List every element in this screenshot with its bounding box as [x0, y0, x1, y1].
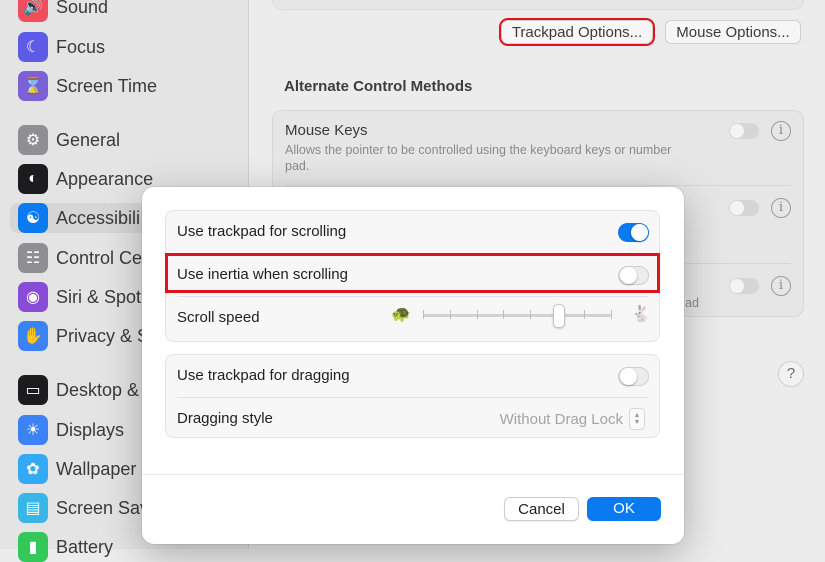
sidebar-item-screen-time[interactable]: ⌛ Screen Time — [18, 71, 157, 101]
hourglass-icon: ⌛ — [18, 71, 48, 101]
chevron-updown-icon: ▲ ▼ — [629, 408, 645, 430]
slider-tick — [476, 310, 478, 319]
toggle-knob — [631, 224, 648, 241]
desktop-icon: ▭ — [18, 375, 48, 405]
sidebar-item-screen-saver[interactable]: ▤ Screen Sav — [18, 493, 149, 523]
description-text: ad — [685, 296, 699, 310]
sidebar-item-label: Siri & Spotl — [56, 286, 146, 307]
help-button[interactable]: ? — [778, 361, 804, 387]
sidebar-item-label: Screen Sav — [56, 497, 150, 518]
sidebar-item-label: General — [56, 129, 121, 150]
sidebar-item-desktop[interactable]: ▭ Desktop & — [18, 375, 139, 405]
hand-icon: ✋ — [18, 321, 48, 351]
accessibility-icon: ☯ — [18, 203, 48, 233]
sidebar-item-label: Control Cer — [56, 247, 149, 268]
mouse-keys-description: Allows the pointer to be controlled usin… — [285, 143, 672, 173]
sun-icon: ☀ — [18, 415, 48, 445]
battery-icon: ▮ — [18, 532, 48, 562]
sidebar-item-label: Accessibili — [56, 207, 141, 228]
sidebar-item-general[interactable]: ⚙ General — [18, 125, 120, 155]
scroll-speed-slider[interactable]: 🐢 🐇 — [391, 298, 651, 328]
dragging-style-row: Dragging style Without Drag Lock ▲ ▼ — [166, 398, 659, 440]
slider-tick — [423, 310, 424, 319]
moon-icon: ☾ — [18, 32, 48, 62]
gear-icon: ⚙ — [18, 125, 48, 155]
mouse-keys-toggle[interactable] — [729, 123, 759, 139]
siri-icon: ◉ — [18, 282, 48, 312]
slider-tick — [503, 310, 505, 319]
slider-tick — [530, 310, 532, 319]
sidebar-item-appearance[interactable]: ◐ Appearance — [18, 164, 153, 194]
sidebar-item-focus[interactable]: ☾ Focus — [18, 32, 105, 62]
dragging-label: Use trackpad for dragging — [177, 367, 350, 384]
section-title: Alternate Control Methods — [284, 78, 473, 95]
slider-track[interactable] — [423, 304, 612, 328]
info-icon[interactable]: i — [771, 121, 791, 141]
appearance-icon: ◐ — [18, 164, 48, 194]
speaker-icon: 🔊 — [18, 0, 48, 22]
sidebar-item-label: Wallpaper — [56, 458, 137, 479]
scrolling-toggle[interactable] — [618, 223, 649, 242]
sidebar-item-label: Focus — [56, 36, 106, 57]
highlight-annotation — [165, 253, 660, 293]
scrolling-label: Use trackpad for scrolling — [177, 223, 347, 240]
sidebar-item-label: Appearance — [56, 168, 154, 189]
trackpad-options-button[interactable]: Trackpad Options... — [499, 18, 655, 46]
dragging-group: Use trackpad for dragging Dragging style… — [165, 354, 660, 438]
sidebar-item-privacy[interactable]: ✋ Privacy & S — [18, 321, 149, 351]
slider-thumb[interactable] — [553, 304, 566, 328]
dragging-row: Use trackpad for dragging — [166, 355, 659, 397]
dragging-style-select[interactable]: Without Drag Lock ▲ ▼ — [500, 408, 645, 430]
info-icon[interactable]: i — [771, 276, 791, 296]
sidebar-item-sound[interactable]: 🔊 Sound — [18, 0, 108, 22]
slider-tick — [449, 310, 451, 319]
sidebar-item-battery[interactable]: ▮ Battery — [18, 532, 113, 562]
screensaver-icon: ▤ — [18, 493, 48, 523]
divider — [285, 185, 791, 186]
sidebar-item-label: Screen Time — [56, 75, 158, 96]
flower-icon: ✿ — [18, 454, 48, 484]
toggle[interactable] — [729, 278, 759, 294]
sidebar-item-siri[interactable]: ◉ Siri & Spotl — [18, 282, 145, 312]
sidebar-item-label: Desktop & — [56, 379, 140, 400]
sidebar-item-label: Privacy & S — [56, 325, 150, 346]
scrolling-row: Use trackpad for scrolling — [166, 211, 659, 253]
cancel-button[interactable]: Cancel — [504, 497, 579, 521]
toggle-knob — [620, 368, 637, 385]
sidebar-item-displays[interactable]: ☀ Displays — [18, 415, 124, 445]
dragging-toggle[interactable] — [618, 367, 649, 386]
scrolling-group: Use trackpad for scrolling Use inertia w… — [165, 210, 660, 342]
settings-card — [272, 0, 804, 10]
sidebar-item-wallpaper[interactable]: ✿ Wallpaper — [18, 454, 136, 484]
turtle-icon: 🐢 — [391, 306, 411, 323]
slider-tick — [584, 310, 586, 319]
dragging-style-label: Dragging style — [177, 410, 273, 427]
trackpad-options-dialog: Use trackpad for scrolling Use inertia w… — [142, 187, 684, 544]
dragging-style-value: Without Drag Lock — [499, 410, 623, 428]
divider — [142, 474, 684, 475]
sidebar-item-label: Battery — [56, 536, 114, 557]
control-center-icon: ☷ — [18, 243, 48, 273]
info-icon[interactable]: i — [771, 198, 791, 218]
hare-icon: 🐇 — [631, 306, 651, 323]
ok-button[interactable]: OK — [587, 497, 661, 521]
sidebar-item-control-center[interactable]: ☷ Control Cer — [18, 243, 148, 273]
toggle[interactable] — [729, 200, 759, 216]
sidebar-item-label: Displays — [56, 419, 125, 440]
scroll-speed-label: Scroll speed — [177, 309, 260, 326]
sidebar-item-label: Sound — [56, 0, 109, 17]
mouse-keys-title: Mouse Keys — [285, 122, 368, 139]
slider-tick — [611, 310, 612, 319]
mouse-options-button[interactable]: Mouse Options... — [665, 20, 801, 44]
